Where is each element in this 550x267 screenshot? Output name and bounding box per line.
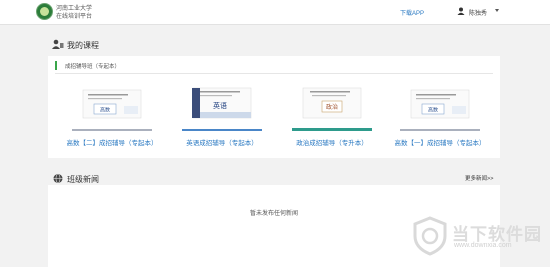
course-item[interactable]: 英语 英语成招辅导（专起本） <box>182 82 262 154</box>
brand-line-2: 在线培训平台 <box>56 14 93 20</box>
chevron-down-icon[interactable] <box>495 9 499 12</box>
university-logo[interactable] <box>36 3 53 20</box>
course-title-link[interactable]: 高数【二】成招辅导（专起本） <box>62 137 162 147</box>
course-group-title: 成招辅导班（专起本） <box>65 64 121 70</box>
watermark-shield-icon <box>413 216 447 256</box>
cover-title: 英语 <box>213 101 227 110</box>
cover-title: 政治 <box>326 103 338 111</box>
user-icon <box>457 7 465 15</box>
course-color-bar <box>400 129 480 131</box>
course-item[interactable]: 高数 高数【二】成招辅导（专起本） <box>67 82 158 154</box>
course-item[interactable]: 政治 政治成招辅导（专升本） <box>292 82 372 154</box>
course-title-link[interactable]: 政治成招辅导（专升本） <box>282 137 382 147</box>
user-books-icon <box>52 39 64 49</box>
course-color-bar <box>182 129 262 131</box>
download-app-link[interactable]: 下载APP <box>400 8 424 17</box>
more-news-link[interactable]: 更多新闻>> <box>465 174 493 182</box>
course-cover-image: 英语 <box>192 87 252 119</box>
cover-title: 高数 <box>100 107 110 114</box>
top-header: 河南工业大学 在线培训平台 下载APP 陈独秀 <box>0 0 550 25</box>
username[interactable]: 陈独秀 <box>469 8 487 17</box>
course-title-link[interactable]: 英语成招辅导（专起本） <box>172 137 272 147</box>
course-color-bar <box>292 128 372 131</box>
news-globe-icon <box>53 173 63 184</box>
class-news-title: 班级新闻 <box>67 175 99 184</box>
divider <box>55 73 493 74</box>
course-cover-image: 政治 <box>302 87 362 119</box>
course-cover-image: 高数 <box>410 89 470 119</box>
watermark-url: www.downxia.com <box>454 242 512 249</box>
course-item[interactable]: 高数 高数【一】成招辅导（专起本） <box>395 82 486 154</box>
subheading-marker <box>55 61 57 70</box>
course-cover-image: 高数 <box>82 89 142 119</box>
course-color-bar <box>72 129 152 131</box>
course-title-link[interactable]: 高数【一】成招辅导（专起本） <box>390 137 490 147</box>
my-courses-title: 我的课程 <box>67 41 99 50</box>
cover-title: 高数 <box>428 107 438 114</box>
